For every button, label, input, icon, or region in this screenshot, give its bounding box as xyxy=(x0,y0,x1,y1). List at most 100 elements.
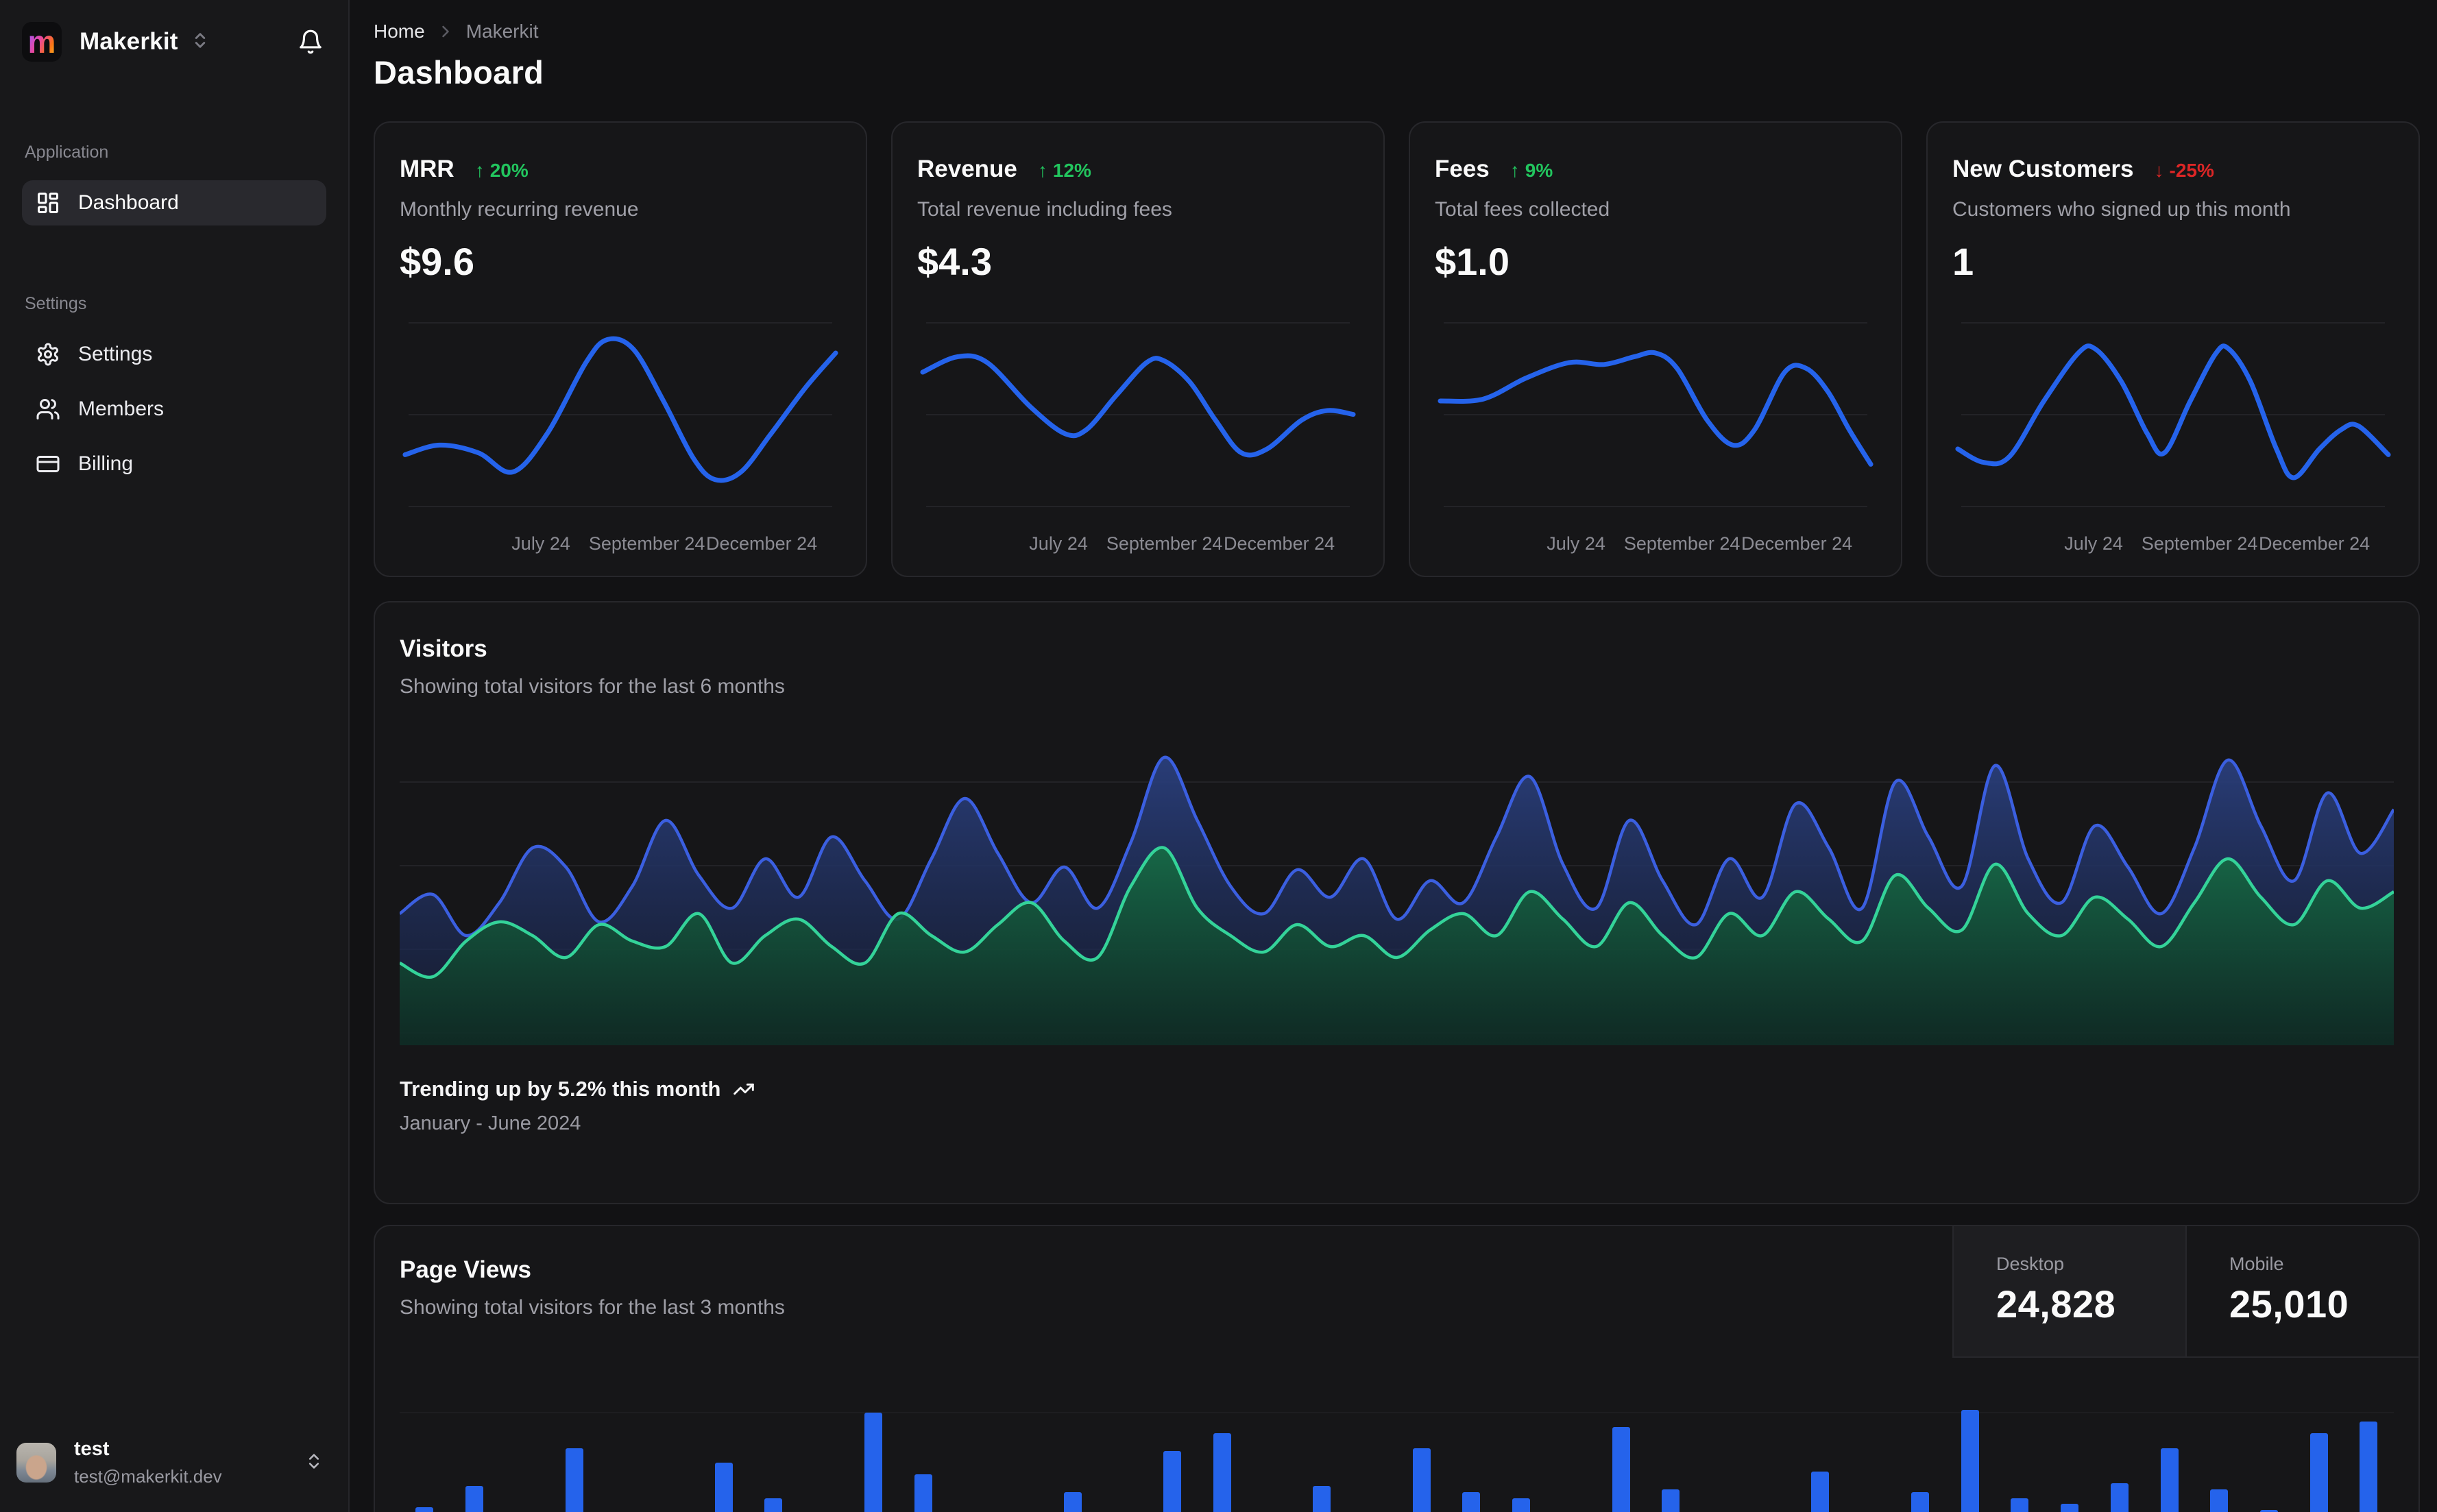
stat-title: New Customers xyxy=(1952,156,2134,182)
stat-card-fees: Fees ↑ 9% Total fees collected $1.0 July 24 S… xyxy=(1409,121,1902,577)
page-views-toggle-mobile[interactable]: Mobile 25,010 xyxy=(2185,1226,2418,1358)
user-menu-chevrons xyxy=(304,1452,324,1474)
billing-icon xyxy=(36,456,60,472)
sidebar-section-settings: Settings Settings Members Billing xyxy=(22,294,326,487)
stat-delta-badge: ↑ 20% xyxy=(474,160,529,181)
visitors-area-chart xyxy=(400,723,2394,1045)
bar xyxy=(1163,1450,1182,1512)
toggle-value: 24,828 xyxy=(1996,1282,2116,1326)
sidebar-item-label: Members xyxy=(78,398,165,420)
bar-slot xyxy=(749,1374,799,1512)
sidebar-item-dashboard[interactable]: Dashboard xyxy=(22,180,326,225)
bar-slot xyxy=(1745,1374,1795,1512)
sidebar-section-label: Application xyxy=(25,143,109,162)
bar-slot xyxy=(848,1374,898,1512)
sidebar-nav: Application Dashboard Settings Settings Memb… xyxy=(0,143,348,487)
bar xyxy=(1313,1486,1331,1512)
bar xyxy=(1662,1489,1680,1512)
bar-slot xyxy=(799,1374,849,1512)
sidebar-item-members[interactable]: Members xyxy=(22,387,326,432)
bar-slot xyxy=(1895,1374,1945,1512)
stat-description: Customers who signed up this month xyxy=(1952,198,2291,221)
bar-slot xyxy=(2294,1374,2344,1512)
axis-tick-label: December 24 xyxy=(2259,533,2371,554)
visitors-card: Visitors Showing total visitors for the … xyxy=(374,601,2420,1204)
bar xyxy=(1961,1409,1979,1512)
bar-slot xyxy=(1347,1374,1397,1512)
stat-title: Revenue xyxy=(917,156,1017,182)
stat-card-revenue: Revenue ↑ 12% Total revenue including fees… xyxy=(891,121,1385,577)
page-views-toggle-desktop[interactable]: Desktop 24,828 xyxy=(1952,1226,2185,1358)
bar-slot xyxy=(1696,1374,1746,1512)
bar xyxy=(1612,1427,1630,1512)
toggle-label: Desktop xyxy=(1996,1254,2065,1274)
sidebar-item-label: Billing xyxy=(78,452,134,475)
page-views-card: Page Views Showing total visitors for th… xyxy=(374,1225,2420,1512)
axis-tick-label: September 24 xyxy=(588,533,705,554)
bar xyxy=(2011,1498,2029,1512)
stat-value: $9.6 xyxy=(400,240,474,283)
sidebar-section-application: Application Dashboard xyxy=(22,143,326,225)
workspace-switcher[interactable] xyxy=(191,31,210,53)
bar xyxy=(1811,1471,1830,1512)
page-views-subtitle: Showing total visitors for the last 3 mo… xyxy=(400,1296,785,1319)
arrow-up-icon: ↑ xyxy=(1510,160,1520,181)
axis-tick-label: July 24 xyxy=(2064,533,2123,554)
visitors-footer: Trending up by 5.2% this month January -… xyxy=(400,1077,2394,1135)
bar-slot xyxy=(549,1374,599,1512)
bar xyxy=(2110,1483,2129,1512)
bar xyxy=(714,1463,733,1512)
stat-card-mrr: MRR ↑ 20% Monthly recurring revenue $9.6 Jul… xyxy=(374,121,867,577)
stat-axis: July 24 September 24 December 24 xyxy=(1952,533,2394,563)
stat-axis: July 24 September 24 December 24 xyxy=(400,533,841,563)
sidebar-item-settings[interactable]: Settings xyxy=(22,332,326,377)
bar-slot xyxy=(1396,1374,1446,1512)
settings-icon xyxy=(38,343,58,366)
bar-slot xyxy=(2094,1374,2144,1512)
visitors-subtitle: Showing total visitors for the last 6 mo… xyxy=(400,675,785,698)
bar-slot xyxy=(1596,1374,1646,1512)
bar-slot xyxy=(1995,1374,2045,1512)
sidebar-item-label: Dashboard xyxy=(78,191,179,214)
bar-slot xyxy=(1446,1374,1496,1512)
notifications-button[interactable] xyxy=(298,29,324,55)
bar-slot xyxy=(1247,1374,1297,1512)
breadcrumb-current: Makerkit xyxy=(465,21,539,42)
axis-tick-label: September 24 xyxy=(1106,533,1223,554)
sidebar-item-billing[interactable]: Billing xyxy=(22,441,326,487)
stat-axis: July 24 September 24 December 24 xyxy=(917,533,1359,563)
bar xyxy=(565,1448,583,1512)
bar xyxy=(2160,1448,2179,1512)
stat-value: $1.0 xyxy=(1435,240,1510,283)
stat-value: $4.3 xyxy=(917,240,992,283)
bar-slot xyxy=(699,1374,749,1512)
workspace-name: Makerkit xyxy=(80,28,178,55)
bar-slot xyxy=(998,1374,1048,1512)
bar-slot xyxy=(1198,1374,1248,1512)
sidebar-header: m Makerkit xyxy=(0,0,348,62)
sidebar: m Makerkit Application Dashboard Settings S… xyxy=(0,0,350,1512)
bar-slot xyxy=(450,1374,500,1512)
visitors-title: Visitors xyxy=(400,635,487,662)
bar-slot xyxy=(1148,1374,1198,1512)
axis-tick-label: July 24 xyxy=(1029,533,1088,554)
axis-tick-label: December 24 xyxy=(706,533,818,554)
breadcrumb-home-link[interactable]: Home xyxy=(374,21,425,42)
bar-slot xyxy=(1047,1374,1098,1512)
app-root: m Makerkit Application Dashboard Settings S… xyxy=(0,0,2437,1512)
bar xyxy=(1213,1433,1231,1512)
axis-tick-label: July 24 xyxy=(511,533,570,554)
user-menu[interactable]: test test@makerkit.dev xyxy=(0,1417,348,1512)
bar-slot xyxy=(1795,1374,1845,1512)
page-title: Dashboard xyxy=(374,54,544,90)
bar-slot xyxy=(2244,1374,2294,1512)
bar xyxy=(1412,1448,1431,1512)
visitors-trend-text: Trending up by 5.2% this month xyxy=(400,1077,721,1101)
main-content: Home Makerkit Dashboard MRR ↑ 20% Monthly … xyxy=(350,0,2437,1512)
bar-slot xyxy=(2144,1374,2194,1512)
bar-slot xyxy=(649,1374,699,1512)
stat-description: Total fees collected xyxy=(1435,198,1610,221)
toggle-label: Mobile xyxy=(2229,1254,2284,1274)
chevrons-up-down-icon xyxy=(308,1453,319,1469)
stat-sparkline-chart xyxy=(1435,304,1876,524)
